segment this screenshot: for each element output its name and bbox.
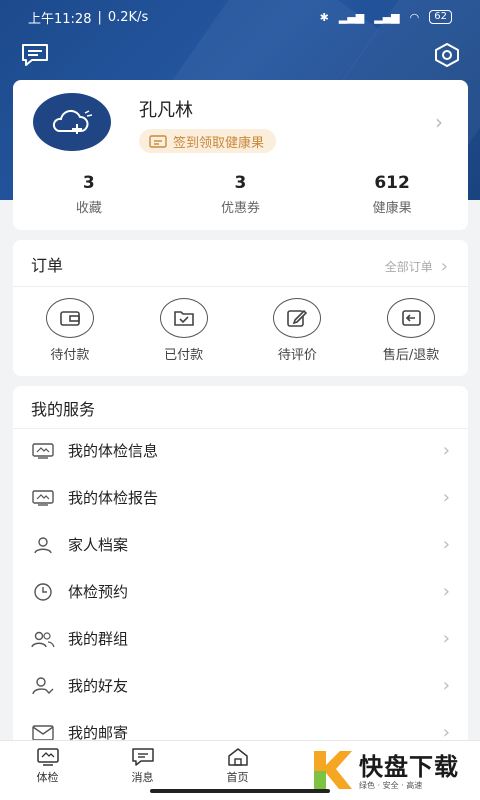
order-label: 售后/退款 [382, 348, 440, 363]
stat-value: 3 [82, 173, 95, 193]
service-label: 我的体检信息 [68, 442, 159, 460]
service-label: 我的好友 [68, 677, 129, 695]
service-item-groups[interactable]: 我的群组 › [13, 615, 468, 662]
bluetooth-icon: ✱ [319, 10, 329, 24]
services-title: 我的服务 [31, 400, 96, 419]
all-orders-label: 全部订单 [384, 260, 433, 274]
group-icon [31, 629, 55, 649]
friend-icon [31, 676, 55, 696]
person-icon [31, 535, 55, 555]
refund-icon [387, 298, 436, 338]
chevron-right-icon: › [442, 628, 450, 649]
k-logo-icon [305, 742, 359, 796]
service-item-checkup-report[interactable]: 我的体检报告 › [13, 474, 468, 521]
watermark-subtitle: 绿色 · 安全 · 高速 [359, 781, 423, 790]
chevron-right-icon[interactable]: › [435, 110, 443, 134]
username: 孔凡林 [139, 100, 193, 121]
monitor-icon [31, 488, 55, 508]
tab-label: 首页 [226, 771, 249, 784]
stat-label: 健康果 [372, 201, 412, 216]
checkup-icon [36, 748, 59, 766]
status-speed: 0.2K/s [107, 9, 149, 25]
edit-icon [273, 298, 322, 338]
watermark-logo: 快盘下载 绿色 · 安全 · 高速 [305, 742, 480, 796]
order-label: 已付款 [164, 348, 204, 363]
chevron-right-icon: › [442, 440, 450, 461]
battery-icon: 62 [429, 10, 452, 24]
all-orders-link[interactable]: 全部订单 › [385, 256, 448, 277]
clock-icon [31, 582, 55, 602]
stat-health-fruit[interactable]: 612 健康果 [316, 173, 468, 216]
stat-favorites[interactable]: 3 收藏 [13, 173, 165, 216]
avatar[interactable] [33, 93, 111, 151]
order-refund[interactable]: 售后/退款 [354, 298, 468, 363]
order-paid[interactable]: 已付款 [127, 298, 241, 363]
divider [13, 286, 468, 287]
wallet-icon [45, 298, 94, 338]
chevron-right-icon: › [440, 256, 448, 277]
settings-icon[interactable] [432, 42, 462, 68]
signal-icon: ▂▄▆ [338, 10, 365, 24]
stat-value: 3 [234, 173, 247, 193]
chevron-right-icon: › [442, 534, 450, 555]
wifi-icon: ◠ [409, 10, 420, 24]
order-to-review[interactable]: 待评价 [241, 298, 355, 363]
services-card: 我的服务 我的体检信息 › 我的体检报告 › 家人档案 › 体检预约 › 我的群… [13, 386, 468, 800]
message-icon [131, 748, 154, 766]
stat-coupons[interactable]: 3 优惠券 [165, 173, 317, 216]
tab-label: 消息 [131, 771, 154, 784]
service-label: 我的群组 [68, 630, 129, 648]
order-status-row: 待付款 已付款 待评价 售后/退款 [13, 298, 468, 363]
service-item-checkup-info[interactable]: 我的体检信息 › [13, 427, 468, 474]
service-item-appointment[interactable]: 体检预约 › [13, 568, 468, 615]
orders-title: 订单 [31, 256, 64, 275]
paid-folder-icon [159, 298, 208, 338]
service-item-family-records[interactable]: 家人档案 › [13, 521, 468, 568]
orders-card: 订单 全部订单 › 待付款 已付款 待评价 售后/退款 [13, 240, 468, 376]
tab-checkup[interactable]: 体检 [0, 741, 95, 800]
service-label: 体检预约 [68, 583, 129, 601]
calendar-icon [149, 135, 167, 148]
cloud-add-icon [52, 109, 93, 134]
order-pending-payment[interactable]: 待付款 [13, 298, 127, 363]
home-icon [227, 748, 248, 766]
service-label: 我的体检报告 [68, 489, 159, 507]
watermark-title: 快盘下载 [359, 753, 459, 781]
signal-icon-2: ▂▄▆ [374, 10, 400, 24]
chevron-right-icon: › [442, 487, 450, 508]
profile-stats: 3 收藏 3 优惠券 612 健康果 [13, 173, 468, 216]
order-label: 待付款 [50, 348, 90, 363]
stat-label: 优惠券 [220, 201, 260, 216]
stat-value: 612 [374, 173, 410, 193]
service-label: 家人档案 [68, 536, 129, 554]
chevron-right-icon: › [442, 581, 450, 602]
chevron-right-icon: › [442, 675, 450, 696]
signin-label: 签到领取健康果 [173, 135, 265, 151]
monitor-icon [31, 441, 55, 461]
stat-label: 收藏 [75, 201, 102, 216]
home-indicator [150, 789, 330, 793]
tab-label: 体检 [36, 771, 59, 784]
order-label: 待评价 [277, 348, 317, 363]
service-item-friends[interactable]: 我的好友 › [13, 662, 468, 709]
status-bar: 上午11:28 | 0.2K/s ✱ ▂▄▆ ▂▄▆ ◠ 62 [0, 0, 480, 34]
chat-icon[interactable] [20, 42, 50, 68]
profile-card[interactable]: 孔凡林 签到领取健康果 › 3 收藏 3 优惠券 612 健康果 [13, 80, 468, 230]
status-time: 上午11:28 [28, 11, 92, 27]
signin-badge[interactable]: 签到领取健康果 [139, 129, 277, 153]
